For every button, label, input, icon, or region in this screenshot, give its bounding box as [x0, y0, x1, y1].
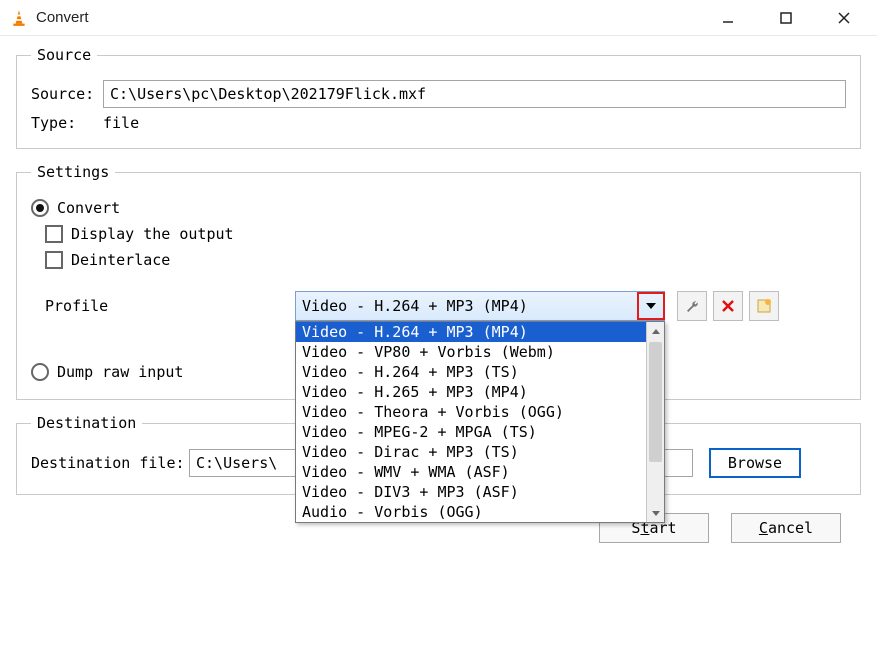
profile-option[interactable]: Video - DIV3 + MP3 (ASF): [296, 482, 646, 502]
new-icon: [757, 299, 771, 313]
minimize-button[interactable]: [699, 0, 757, 36]
close-button[interactable]: [815, 0, 873, 36]
destination-legend: Destination: [31, 414, 142, 432]
profile-selected-text: Video - H.264 + MP3 (MP4): [296, 297, 638, 315]
profile-dropdown: Video - H.264 + MP3 (MP4)Video - VP80 + …: [295, 321, 665, 523]
maximize-button[interactable]: [757, 0, 815, 36]
chevron-down-icon: [646, 303, 656, 309]
dump-raw-radio[interactable]: [31, 363, 49, 381]
new-profile-button[interactable]: [749, 291, 779, 321]
dialog-content: Source Source: Type: file Settings Conve…: [0, 36, 877, 551]
display-output-label: Display the output: [71, 225, 234, 243]
profile-option[interactable]: Video - WMV + WMA (ASF): [296, 462, 646, 482]
titlebar: Convert: [0, 0, 877, 36]
convert-radio-label: Convert: [57, 199, 120, 217]
dropdown-scrollbar[interactable]: [646, 322, 664, 522]
edit-profile-button[interactable]: [677, 291, 707, 321]
type-value: file: [103, 114, 139, 132]
scroll-up-icon[interactable]: [647, 322, 664, 340]
source-legend: Source: [31, 46, 97, 64]
source-input[interactable]: [103, 80, 846, 108]
settings-group: Settings Convert Display the output Dein…: [16, 163, 861, 400]
profile-option[interactable]: Video - H.264 + MP3 (MP4): [296, 322, 646, 342]
wrench-icon: [684, 298, 700, 314]
x-icon: [721, 299, 735, 313]
settings-legend: Settings: [31, 163, 115, 181]
scroll-thumb[interactable]: [649, 342, 662, 462]
dump-raw-label: Dump raw input: [57, 363, 183, 381]
delete-profile-button[interactable]: [713, 291, 743, 321]
window-title: Convert: [36, 9, 89, 26]
convert-radio[interactable]: [31, 199, 49, 217]
profile-option[interactable]: Video - H.264 + MP3 (TS): [296, 362, 646, 382]
profile-option[interactable]: Video - MPEG-2 + MPGA (TS): [296, 422, 646, 442]
source-group: Source Source: Type: file: [16, 46, 861, 149]
display-output-checkbox[interactable]: [45, 225, 63, 243]
profile-label: Profile: [45, 297, 295, 315]
deinterlace-checkbox[interactable]: [45, 251, 63, 269]
browse-button[interactable]: Browse: [709, 448, 801, 478]
scroll-down-icon[interactable]: [647, 504, 664, 522]
profile-option[interactable]: Video - H.265 + MP3 (MP4): [296, 382, 646, 402]
profile-caret-highlight[interactable]: [637, 292, 665, 320]
source-label: Source:: [31, 85, 103, 103]
type-label: Type:: [31, 114, 103, 132]
profile-option[interactable]: Video - VP80 + Vorbis (Webm): [296, 342, 646, 362]
profile-option[interactable]: Audio - Vorbis (OGG): [296, 502, 646, 522]
destination-label: Destination file:: [31, 454, 189, 472]
cancel-button[interactable]: Cancel: [731, 513, 841, 543]
profile-combobox[interactable]: Video - H.264 + MP3 (MP4): [295, 291, 665, 321]
window-controls: [699, 0, 873, 36]
profile-option[interactable]: Video - Dirac + MP3 (TS): [296, 442, 646, 462]
vlc-icon: [10, 9, 28, 27]
profile-option[interactable]: Video - Theora + Vorbis (OGG): [296, 402, 646, 422]
deinterlace-label: Deinterlace: [71, 251, 170, 269]
